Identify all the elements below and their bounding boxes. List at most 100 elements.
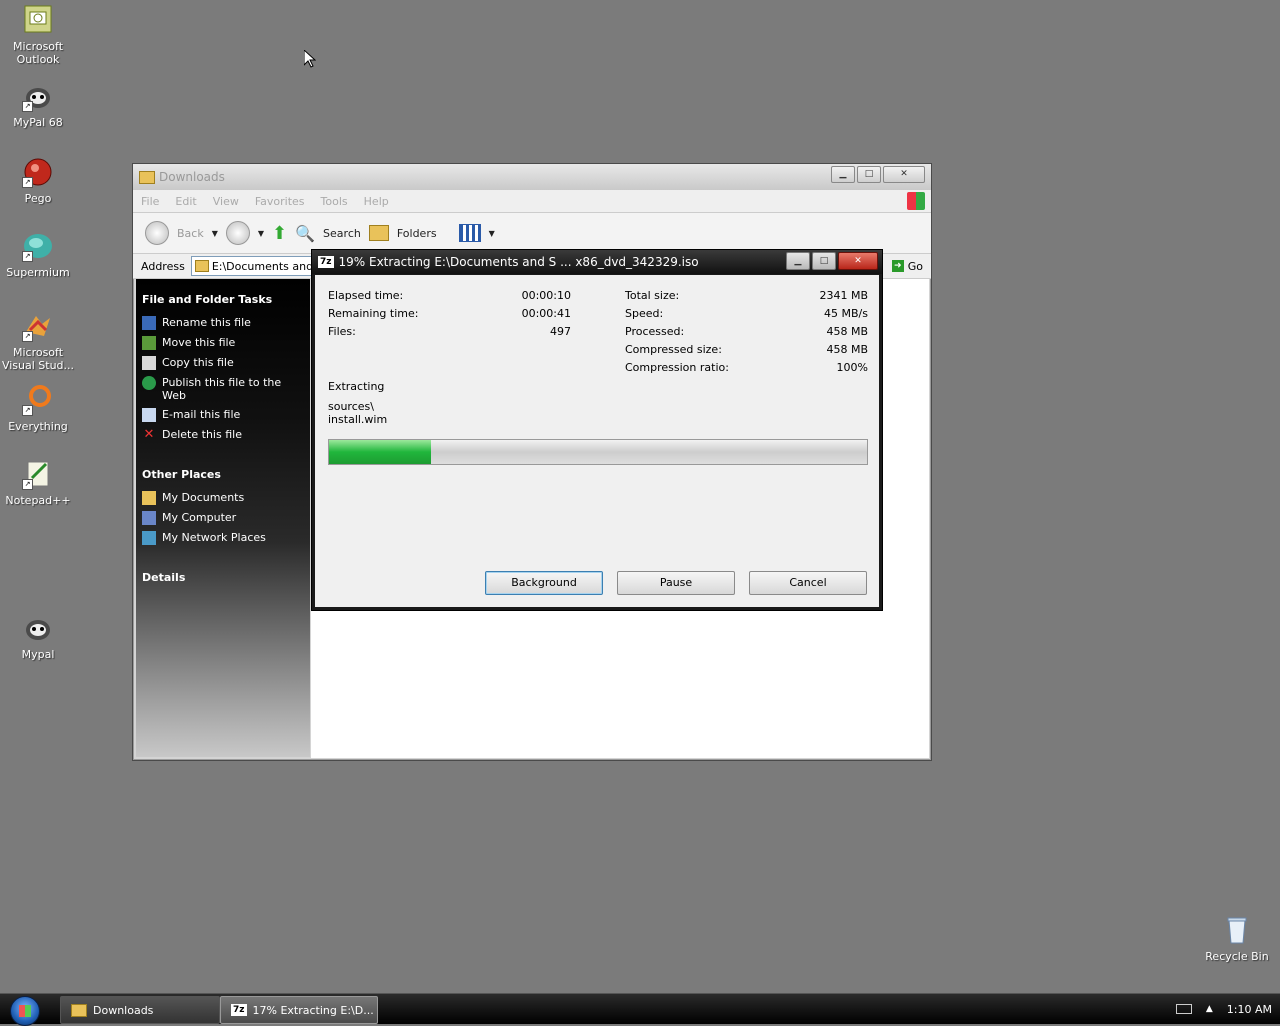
place-label: My Documents <box>162 491 245 504</box>
taskbar-item-extracting[interactable]: 7z 17% Extracting E:\D... <box>220 996 378 1024</box>
forward-arrow-icon[interactable] <box>225 221 250 245</box>
dialog-titlebar[interactable]: 7z 19% Extracting E:\Documents and S ...… <box>312 250 882 274</box>
folders-icon[interactable] <box>368 225 389 241</box>
other-places-title[interactable]: Other Places <box>136 446 310 489</box>
taskbar-item-label: 17% Extracting E:\D... <box>252 1003 374 1017</box>
remaining-value: 00:00:41 <box>521 307 571 320</box>
menu-tools[interactable]: Tools <box>321 195 348 208</box>
go-arrow-icon: ➜ <box>891 260 904 272</box>
compression-ratio-label: Compression ratio: <box>625 361 729 374</box>
menu-view[interactable]: View <box>213 195 239 208</box>
folder-icon <box>139 170 155 184</box>
desktop-icon-recycle-bin[interactable]: Recycle Bin <box>1199 914 1275 963</box>
background-button[interactable]: Background <box>485 571 603 595</box>
task-delete[interactable]: ✕ Delete this file <box>136 426 310 446</box>
chevron-down-icon[interactable]: ▼ <box>489 229 495 238</box>
desktop-icon-mypal[interactable]: Mypal <box>0 612 76 661</box>
desktop-icon-pego[interactable]: ↗ Pego <box>0 156 76 205</box>
desktop-icon-label: Recycle Bin <box>1205 950 1269 963</box>
address-input[interactable]: E:\Documents and S <box>190 256 314 276</box>
shortcut-arrow-icon: ↗ <box>22 405 33 416</box>
place-my-computer[interactable]: My Computer <box>136 509 310 529</box>
folder-icon <box>71 1003 87 1017</box>
desktop-icon-label: Everything <box>8 420 68 433</box>
desktop-icon-outlook[interactable]: Microsoft Outlook <box>0 4 76 66</box>
taskbar: Downloads 7z 17% Extracting E:\D... ▲ 1:… <box>0 993 1280 1026</box>
mouse-cursor-icon <box>304 50 316 68</box>
desktop-icon-notepadpp[interactable]: ↗ Notepad++ <box>0 458 76 507</box>
show-hidden-icons-icon[interactable]: ▲ <box>1206 1004 1213 1014</box>
cancel-button[interactable]: Cancel <box>749 571 867 595</box>
task-move[interactable]: Move this file <box>136 334 310 354</box>
search-icon[interactable]: 🔍 <box>295 224 315 243</box>
desktop-icon-everything[interactable]: ↗ Everything <box>0 384 76 433</box>
elapsed-value: 00:00:10 <box>521 289 571 302</box>
menu-favorites[interactable]: Favorites <box>255 195 305 208</box>
desktop-icon-label: Microsoft Visual Stud... <box>1 346 75 372</box>
windows-logo-icon <box>19 1005 31 1017</box>
task-label: Delete this file <box>162 428 242 441</box>
extract-dialog[interactable]: 7z 19% Extracting E:\Documents and S ...… <box>311 249 883 611</box>
place-my-documents[interactable]: My Documents <box>136 489 310 509</box>
copy-icon <box>142 356 156 370</box>
menu-help[interactable]: Help <box>364 195 389 208</box>
pause-button[interactable]: Pause <box>617 571 735 595</box>
close-button[interactable]: ✕ <box>883 166 925 183</box>
close-button[interactable]: ✕ <box>838 252 878 270</box>
globe-icon <box>142 376 156 390</box>
delete-icon: ✕ <box>143 427 155 442</box>
mypal-icon <box>22 612 54 644</box>
back-arrow-icon[interactable] <box>145 221 169 245</box>
compressed-size-label: Compressed size: <box>625 343 722 356</box>
task-label: Rename this file <box>162 316 251 329</box>
task-rename[interactable]: Rename this file <box>136 314 310 334</box>
task-publish[interactable]: Publish this file to the Web <box>136 374 310 406</box>
folders-button[interactable]: Folders <box>397 227 437 240</box>
maximize-button[interactable]: □ <box>857 166 881 183</box>
desktop-icon-mypal68[interactable]: ↗ MyPal 68 <box>0 80 76 129</box>
go-button[interactable]: ➜ Go <box>891 260 923 273</box>
files-label: Files: <box>328 325 356 338</box>
minimize-button[interactable]: ▁ <box>786 252 810 270</box>
start-button[interactable] <box>10 996 40 1026</box>
details-title[interactable]: Details <box>136 549 310 592</box>
up-folder-icon[interactable]: ⬆ <box>272 223 287 244</box>
back-button[interactable]: Back <box>177 227 204 240</box>
everything-icon: ↗ <box>22 384 54 416</box>
outlook-icon <box>22 4 54 36</box>
task-label: E-mail this file <box>162 408 241 421</box>
chevron-down-icon[interactable]: ▼ <box>258 229 264 238</box>
desktop-icon-supermium[interactable]: ↗ Supermium <box>0 230 76 279</box>
clock[interactable]: 1:10 AM <box>1227 1003 1272 1016</box>
7zip-icon: 7z <box>231 1004 247 1016</box>
task-email[interactable]: E-mail this file <box>136 406 310 426</box>
explorer-titlebar[interactable]: Downloads ▁ □ ✕ <box>133 164 931 190</box>
folder-icon <box>194 260 209 272</box>
minimize-button[interactable]: ▁ <box>831 166 855 183</box>
maximize-button[interactable]: □ <box>812 252 836 270</box>
task-label: Publish this file to the Web <box>162 376 282 402</box>
keyboard-icon[interactable] <box>1175 1004 1192 1014</box>
total-size-value: 2341 MB <box>819 289 868 302</box>
menu-file[interactable]: File <box>141 195 159 208</box>
menu-bar: File Edit View Favorites Tools Help <box>133 190 931 213</box>
menu-edit[interactable]: Edit <box>175 195 196 208</box>
elapsed-label: Elapsed time: <box>328 289 404 302</box>
task-copy[interactable]: Copy this file <box>136 354 310 374</box>
search-button[interactable]: Search <box>323 227 361 240</box>
desktop-icon-label: Microsoft Outlook <box>12 40 64 66</box>
current-path-file: install.wim <box>328 413 388 426</box>
file-folder-tasks-title[interactable]: File and Folder Tasks <box>136 279 310 314</box>
desktop-icon-label: Notepad++ <box>5 494 71 507</box>
window-title: Downloads <box>159 170 225 184</box>
desktop-icon-label: MyPal 68 <box>13 116 63 129</box>
shortcut-arrow-icon: ↗ <box>22 177 33 188</box>
views-icon[interactable] <box>458 224 481 242</box>
desktop-icon-visual-studio[interactable]: ↗ Microsoft Visual Stud... <box>0 310 76 372</box>
7zip-icon: 7z <box>318 256 334 268</box>
place-network[interactable]: My Network Places <box>136 529 310 549</box>
compressed-size-value: 458 MB <box>826 343 868 356</box>
chevron-down-icon[interactable]: ▼ <box>212 229 218 238</box>
recycle-bin-icon <box>1221 914 1253 946</box>
taskbar-item-downloads[interactable]: Downloads <box>60 996 220 1024</box>
